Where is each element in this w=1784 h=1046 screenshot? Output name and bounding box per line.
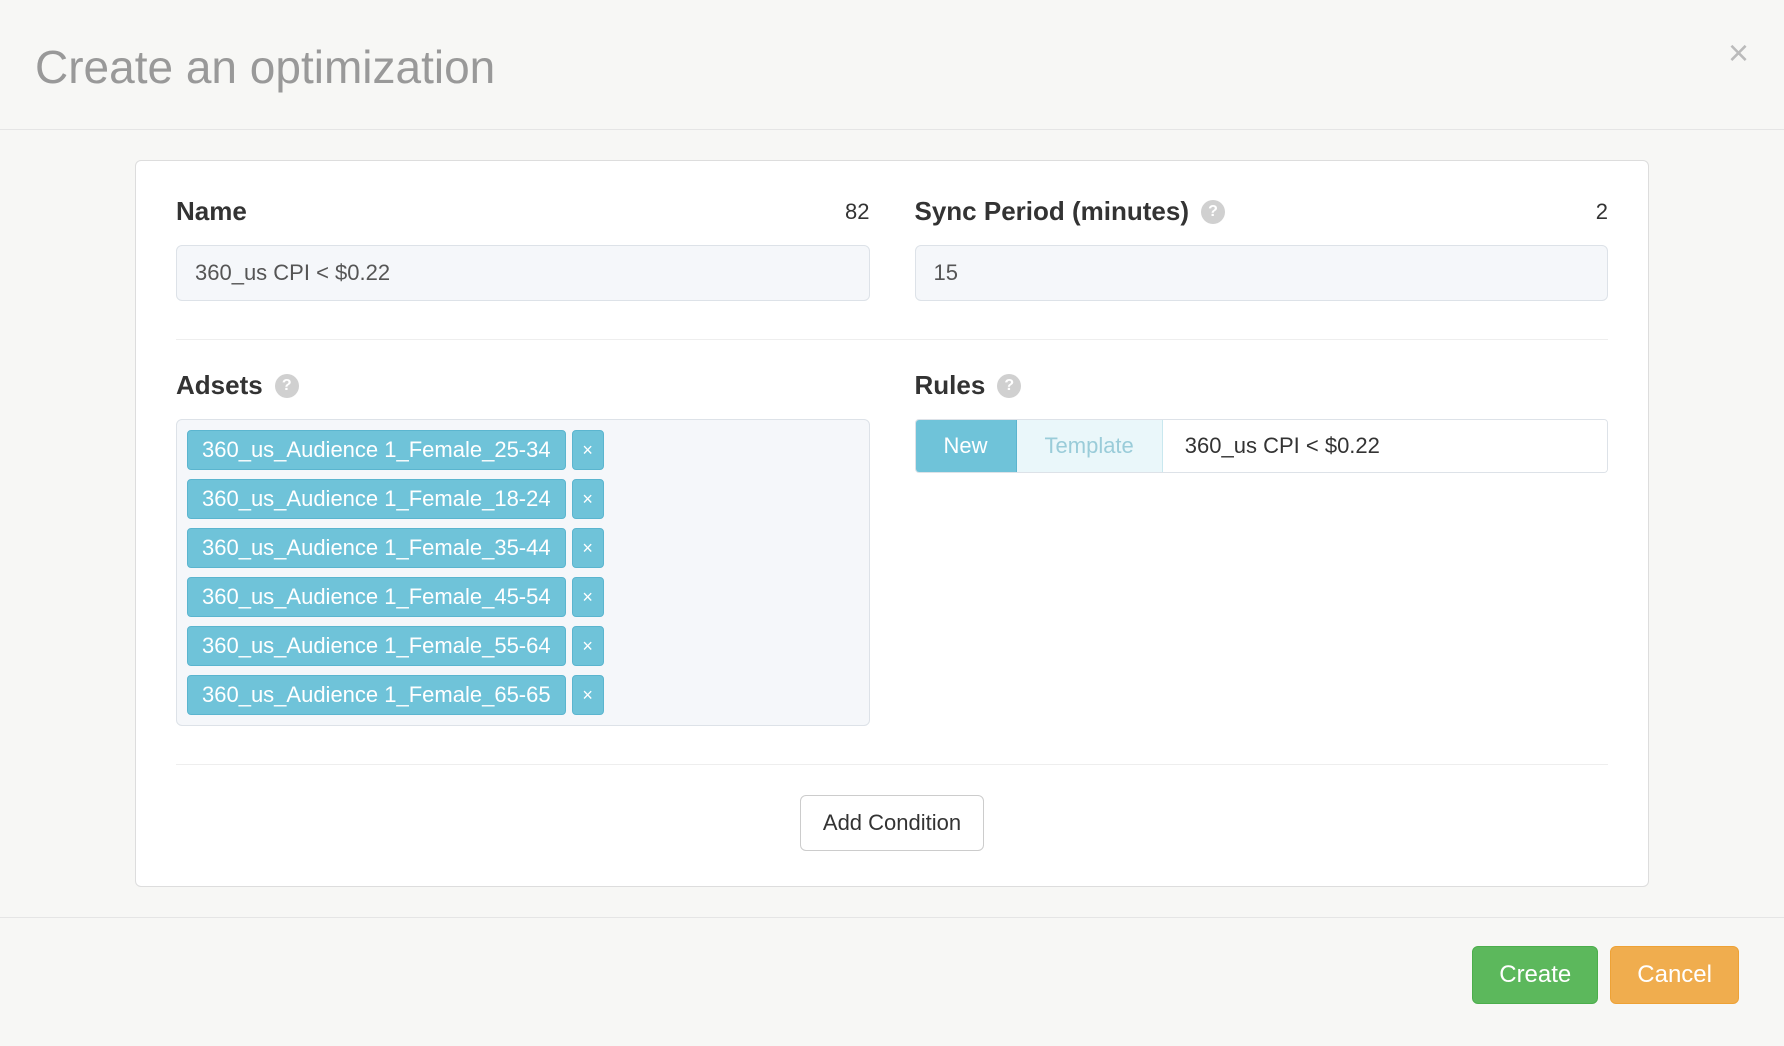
- rules-label: Rules ?: [915, 370, 1022, 401]
- rules-value[interactable]: 360_us CPI < $0.22: [1163, 420, 1607, 472]
- modal-footer: Create Cancel: [0, 917, 1784, 1032]
- remove-tag-icon[interactable]: ×: [572, 675, 604, 715]
- adsets-section: Adsets ? 360_us_Audience 1_Female_25-34 …: [176, 370, 870, 726]
- name-counter: 82: [845, 199, 869, 225]
- modal-header: Create an optimization ×: [0, 0, 1784, 130]
- add-condition-row: Add Condition: [176, 795, 1608, 851]
- adset-tag: 360_us_Audience 1_Female_65-65 ×: [187, 675, 859, 715]
- modal-body: Name 82 Sync Period (minutes) ? 2: [0, 130, 1784, 917]
- adsets-tag-container[interactable]: 360_us_Audience 1_Female_25-34 × 360_us_…: [176, 419, 870, 726]
- rules-label-text: Rules: [915, 370, 986, 401]
- name-section: Name 82: [176, 196, 870, 301]
- adset-tag-label: 360_us_Audience 1_Female_65-65: [187, 675, 566, 715]
- adset-tag: 360_us_Audience 1_Female_45-54 ×: [187, 577, 859, 617]
- adset-tag: 360_us_Audience 1_Female_18-24 ×: [187, 479, 859, 519]
- adset-tag-label: 360_us_Audience 1_Female_25-34: [187, 430, 566, 470]
- adset-tag-label: 360_us_Audience 1_Female_18-24: [187, 479, 566, 519]
- help-icon[interactable]: ?: [1201, 200, 1225, 224]
- help-icon[interactable]: ?: [275, 374, 299, 398]
- adset-tag-label: 360_us_Audience 1_Female_35-44: [187, 528, 566, 568]
- adset-tag: 360_us_Audience 1_Female_25-34 ×: [187, 430, 859, 470]
- adset-tag-label: 360_us_Audience 1_Female_45-54: [187, 577, 566, 617]
- rules-new-button[interactable]: New: [916, 420, 1017, 472]
- adsets-label-text: Adsets: [176, 370, 263, 401]
- name-input[interactable]: [176, 245, 870, 301]
- remove-tag-icon[interactable]: ×: [572, 479, 604, 519]
- rules-label-row: Rules ?: [915, 370, 1609, 401]
- adset-tag-label: 360_us_Audience 1_Female_55-64: [187, 626, 566, 666]
- divider: [176, 764, 1608, 765]
- divider: [176, 339, 1608, 340]
- add-condition-button[interactable]: Add Condition: [800, 795, 984, 851]
- sync-period-input[interactable]: [915, 245, 1609, 301]
- close-icon[interactable]: ×: [1728, 35, 1749, 71]
- sync-period-label: Sync Period (minutes) ?: [915, 196, 1226, 227]
- sync-period-section: Sync Period (minutes) ? 2: [915, 196, 1609, 301]
- create-button[interactable]: Create: [1472, 946, 1598, 1004]
- adset-tag: 360_us_Audience 1_Female_35-44 ×: [187, 528, 859, 568]
- remove-tag-icon[interactable]: ×: [572, 528, 604, 568]
- sync-period-label-row: Sync Period (minutes) ? 2: [915, 196, 1609, 227]
- help-icon[interactable]: ?: [997, 374, 1021, 398]
- sync-period-counter: 2: [1596, 199, 1608, 225]
- adset-tag: 360_us_Audience 1_Female_55-64 ×: [187, 626, 859, 666]
- adsets-label: Adsets ?: [176, 370, 299, 401]
- remove-tag-icon[interactable]: ×: [572, 626, 604, 666]
- modal-title: Create an optimization: [35, 40, 495, 94]
- rules-input-group: New Template 360_us CPI < $0.22: [915, 419, 1609, 473]
- sync-period-label-text: Sync Period (minutes): [915, 196, 1190, 227]
- content-panel: Name 82 Sync Period (minutes) ? 2: [135, 160, 1649, 887]
- adsets-label-row: Adsets ?: [176, 370, 870, 401]
- rules-template-button[interactable]: Template: [1017, 420, 1163, 472]
- name-label: Name: [176, 196, 247, 227]
- name-label-row: Name 82: [176, 196, 870, 227]
- rules-section: Rules ? New Template 360_us CPI < $0.22: [915, 370, 1609, 726]
- remove-tag-icon[interactable]: ×: [572, 430, 604, 470]
- form-row-bottom: Adsets ? 360_us_Audience 1_Female_25-34 …: [176, 370, 1608, 726]
- cancel-button[interactable]: Cancel: [1610, 946, 1739, 1004]
- form-row-top: Name 82 Sync Period (minutes) ? 2: [176, 196, 1608, 301]
- remove-tag-icon[interactable]: ×: [572, 577, 604, 617]
